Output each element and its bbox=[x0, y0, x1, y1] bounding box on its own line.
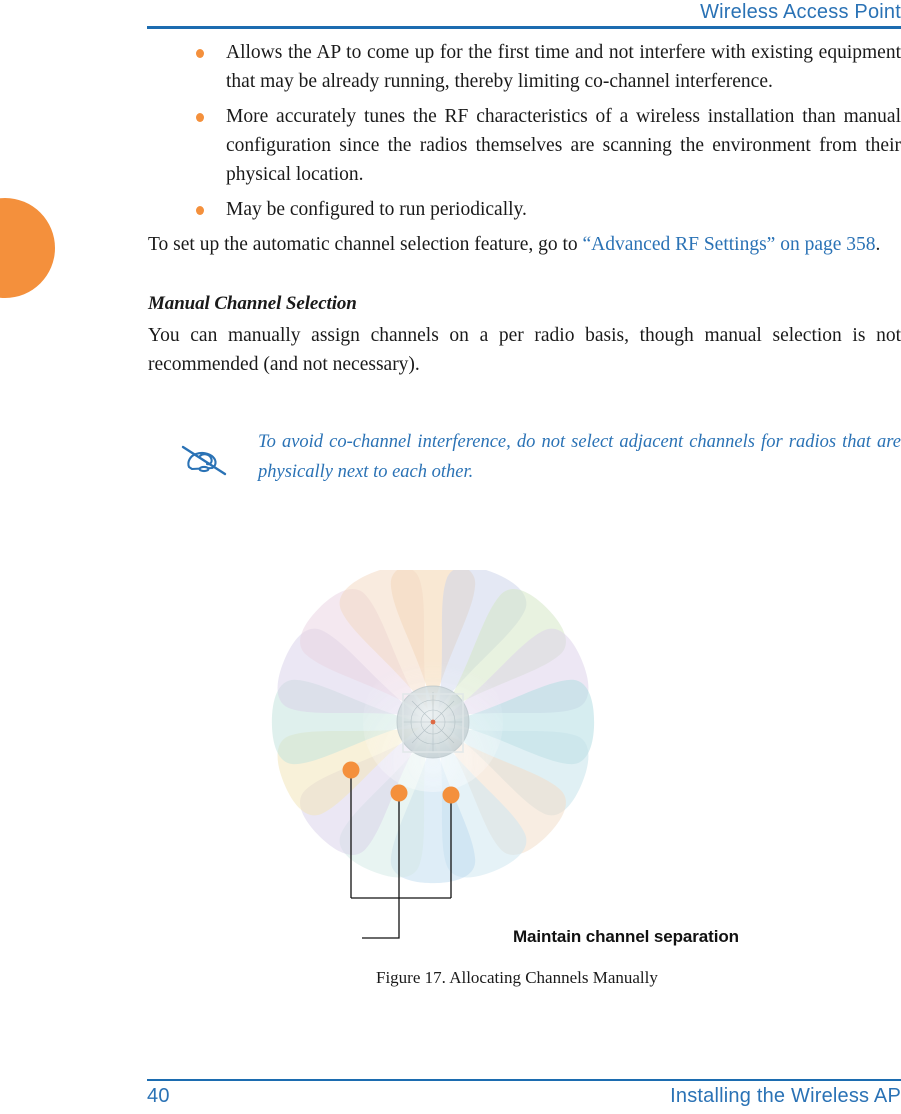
list-item: More accurately tunes the RF characteris… bbox=[148, 102, 901, 189]
list-item-text: More accurately tunes the RF characteris… bbox=[226, 106, 901, 185]
list-item: Allows the AP to come up for the first t… bbox=[148, 38, 901, 96]
document-page: Wireless Access Point Allows the AP to c… bbox=[0, 0, 901, 1114]
cross-reference-link[interactable]: “Advanced RF Settings” on page 358 bbox=[583, 234, 876, 255]
list-item-text: May be configured to run periodically. bbox=[226, 199, 527, 220]
note-callout: To avoid co-channel interference, do not… bbox=[148, 427, 901, 487]
intro-paragraph: To set up the automatic channel selectio… bbox=[148, 230, 901, 259]
callout-label: Maintain channel separation bbox=[513, 927, 739, 946]
bullet-dot-icon bbox=[196, 206, 204, 215]
header-title: Wireless Access Point bbox=[700, 1, 901, 23]
page-content: Allows the AP to come up for the first t… bbox=[148, 38, 901, 487]
bullet-dot-icon bbox=[196, 49, 204, 58]
channel-marker-2 bbox=[390, 784, 408, 802]
section-subheading: Manual Channel Selection bbox=[148, 293, 357, 314]
chapter-thumb-tab bbox=[0, 198, 55, 298]
access-point-hub-icon bbox=[396, 685, 470, 759]
page-header: Wireless Access Point bbox=[147, 0, 901, 29]
intro-trail-text: . bbox=[875, 234, 881, 255]
manual-selection-paragraph: You can manually assign channels on a pe… bbox=[148, 325, 901, 375]
figure-caption: Figure 17. Allocating Channels Manually bbox=[376, 968, 658, 987]
footer-section-name: Installing the Wireless AP bbox=[670, 1085, 901, 1107]
note-text: To avoid co-channel interference, do not… bbox=[258, 432, 901, 482]
list-item-text: Allows the AP to come up for the first t… bbox=[226, 42, 901, 92]
list-item: May be configured to run periodically. bbox=[148, 195, 901, 224]
header-rule bbox=[147, 26, 901, 29]
figure-allocating-channels: Maintain channel separation Figure 17. A… bbox=[148, 570, 901, 1000]
intro-lead-text: To set up the automatic channel selectio… bbox=[148, 234, 583, 255]
bullet-dot-icon bbox=[196, 113, 204, 122]
benefits-bullet-list: Allows the AP to come up for the first t… bbox=[148, 38, 901, 224]
channel-marker-1 bbox=[342, 761, 360, 779]
channel-marker-3 bbox=[442, 786, 460, 804]
note-pencil-icon bbox=[176, 433, 232, 485]
footer-page-number: 40 bbox=[147, 1085, 170, 1107]
page-footer: 40 Installing the Wireless AP bbox=[147, 1079, 901, 1108]
